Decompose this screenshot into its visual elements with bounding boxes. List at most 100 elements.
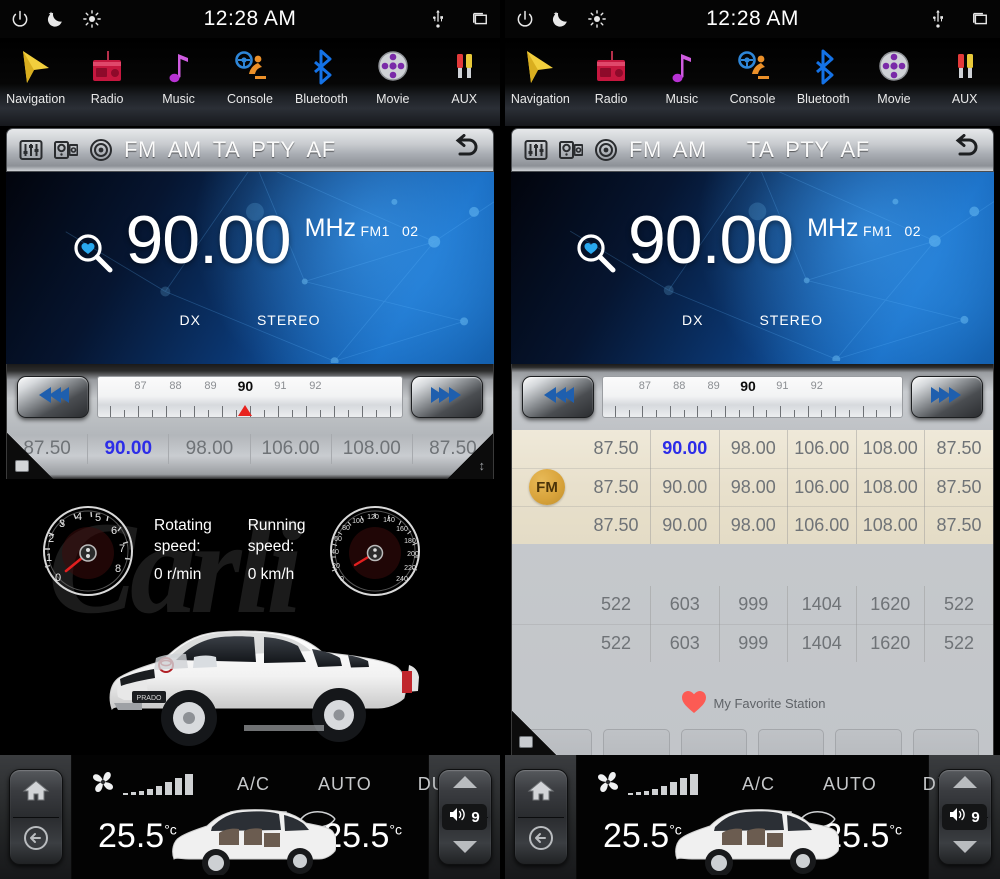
fm-preset-cell[interactable]: 106.00 xyxy=(787,468,857,507)
nav-item-music[interactable]: Music xyxy=(646,44,717,106)
windows-icon[interactable] xyxy=(970,9,990,29)
band-am-button[interactable]: AM xyxy=(673,137,707,163)
fm-preset-cell[interactable]: 106.00 xyxy=(787,506,857,544)
ta-button[interactable]: TA xyxy=(213,137,240,163)
usb-icon[interactable] xyxy=(428,9,448,29)
seek-up-button[interactable] xyxy=(411,376,483,418)
search-heart-icon[interactable] xyxy=(572,230,620,283)
chevron-up-icon[interactable] xyxy=(952,775,978,794)
fm-preset-cell[interactable]: 87.50 xyxy=(924,468,993,507)
preset-cell-active[interactable]: 90.00 xyxy=(88,434,170,464)
fm-preset-cell-active[interactable]: 90.00 xyxy=(650,430,720,469)
search-heart-icon[interactable] xyxy=(69,230,117,283)
nav-item-movie[interactable]: Movie xyxy=(357,44,428,106)
am-preset-cell[interactable]: 522 xyxy=(925,624,994,662)
af-button[interactable]: AF xyxy=(841,137,870,163)
fm-preset-cell[interactable]: 108.00 xyxy=(856,506,925,544)
fan-speed-bars[interactable] xyxy=(123,774,193,795)
speaker-balance-icon[interactable] xyxy=(54,138,79,162)
fm-preset-cell[interactable]: 87.50 xyxy=(582,506,651,544)
nav-item-aux[interactable]: AUX xyxy=(429,44,500,106)
fm-preset-cell[interactable]: 98.00 xyxy=(719,430,788,469)
nav-item-console[interactable]: Console xyxy=(717,44,788,106)
pty-button[interactable]: PTY xyxy=(785,137,829,163)
fm-preset-cell[interactable]: 87.50 xyxy=(925,506,994,544)
band-am-button[interactable]: AM xyxy=(168,137,202,163)
am-preset-cell[interactable]: 999 xyxy=(719,624,788,662)
fm-preset-cell[interactable]: 98.00 xyxy=(719,468,788,507)
band-fm-button[interactable]: FM xyxy=(629,137,662,163)
am-preset-cell[interactable]: 1404 xyxy=(787,586,857,625)
nav-item-aux[interactable]: AUX xyxy=(929,44,1000,106)
home-icon[interactable] xyxy=(21,778,51,809)
fan-speed-bars[interactable] xyxy=(628,774,698,795)
fm-preset-cell[interactable]: 87.50 xyxy=(582,430,651,469)
am-preset-cell[interactable]: 999 xyxy=(719,586,788,625)
seek-down-button[interactable] xyxy=(522,376,594,418)
tuning-scale[interactable]: 87 88 89 90 91 92 xyxy=(602,376,903,418)
fm-preset-cell[interactable]: 98.00 xyxy=(719,506,788,544)
equalizer-icon[interactable] xyxy=(524,138,548,162)
brightness-icon[interactable] xyxy=(82,9,102,29)
fm-preset-cell[interactable]: 87.50 xyxy=(924,430,993,469)
seek-down-button[interactable] xyxy=(17,376,89,418)
auto-button[interactable]: AUTO xyxy=(318,774,372,795)
fm-preset-cell[interactable]: 108.00 xyxy=(856,468,925,507)
chevron-up-icon[interactable] xyxy=(452,775,478,794)
loudness-target-icon[interactable] xyxy=(594,138,618,162)
am-preset-cell[interactable]: 603 xyxy=(650,586,720,625)
usb-icon[interactable] xyxy=(928,9,948,29)
fm-band-badge[interactable]: FM xyxy=(529,469,565,505)
moon-icon[interactable] xyxy=(46,9,66,29)
fm-preset-cell[interactable]: 108.00 xyxy=(856,430,925,469)
power-icon[interactable] xyxy=(10,9,30,29)
brightness-icon[interactable] xyxy=(587,9,607,29)
moon-icon[interactable] xyxy=(551,9,571,29)
am-preset-cell[interactable]: 1620 xyxy=(856,586,925,625)
fm-preset-cell[interactable]: 90.00 xyxy=(650,506,720,544)
speaker-balance-icon[interactable] xyxy=(559,138,584,162)
nav-item-console[interactable]: Console xyxy=(214,44,285,106)
am-preset-cell[interactable]: 603 xyxy=(650,624,720,662)
preset-cell[interactable]: 108.00 xyxy=(332,434,413,464)
home-icon[interactable] xyxy=(526,778,556,809)
favorite-slot[interactable] xyxy=(835,729,902,755)
nav-item-bluetooth[interactable]: Bluetooth xyxy=(286,44,357,106)
favorite-slot[interactable] xyxy=(603,729,670,755)
loudness-target-icon[interactable] xyxy=(89,138,113,162)
resize-handle-icon[interactable]: ↕ xyxy=(479,458,486,473)
am-preset-cell[interactable]: 522 xyxy=(582,624,651,662)
ac-button[interactable]: A/C xyxy=(742,774,775,795)
am-preset-cell[interactable]: 1404 xyxy=(787,624,857,662)
ta-button[interactable]: TA xyxy=(747,137,774,163)
heart-icon[interactable] xyxy=(680,688,708,719)
preset-cell[interactable]: 98.00 xyxy=(169,434,251,464)
nav-item-navigation[interactable]: Navigation xyxy=(0,44,71,106)
back-arrow-icon[interactable] xyxy=(951,133,981,167)
preset-cell[interactable]: 106.00 xyxy=(251,434,332,464)
back-arrow-icon[interactable] xyxy=(451,133,481,167)
fm-preset-cell[interactable]: 90.00 xyxy=(650,468,720,507)
back-circle-icon[interactable] xyxy=(21,824,51,857)
windows-icon[interactable] xyxy=(470,9,490,29)
power-icon[interactable] xyxy=(515,9,535,29)
am-preset-cell[interactable]: 522 xyxy=(924,586,993,625)
am-preset-cell[interactable]: 1620 xyxy=(856,624,925,662)
fan-icon[interactable] xyxy=(90,769,116,800)
band-fm-button[interactable]: FM xyxy=(124,137,157,163)
nav-item-radio[interactable]: Radio xyxy=(71,44,142,106)
nav-item-music[interactable]: Music xyxy=(143,44,214,106)
fm-preset-cell[interactable]: 106.00 xyxy=(787,430,857,469)
chevron-down-icon[interactable] xyxy=(452,840,478,859)
fan-icon[interactable] xyxy=(595,769,621,800)
nav-item-bluetooth[interactable]: Bluetooth xyxy=(788,44,859,106)
seek-up-button[interactable] xyxy=(911,376,983,418)
auto-button[interactable]: AUTO xyxy=(823,774,877,795)
favorite-slot[interactable] xyxy=(912,729,979,755)
favorite-slot[interactable] xyxy=(757,729,825,755)
nav-item-movie[interactable]: Movie xyxy=(859,44,930,106)
back-circle-icon[interactable] xyxy=(526,824,556,857)
tuning-scale[interactable]: 87 88 89 90 91 92 xyxy=(97,376,403,418)
chevron-down-icon[interactable] xyxy=(952,840,978,859)
favorite-slot[interactable] xyxy=(680,729,747,755)
